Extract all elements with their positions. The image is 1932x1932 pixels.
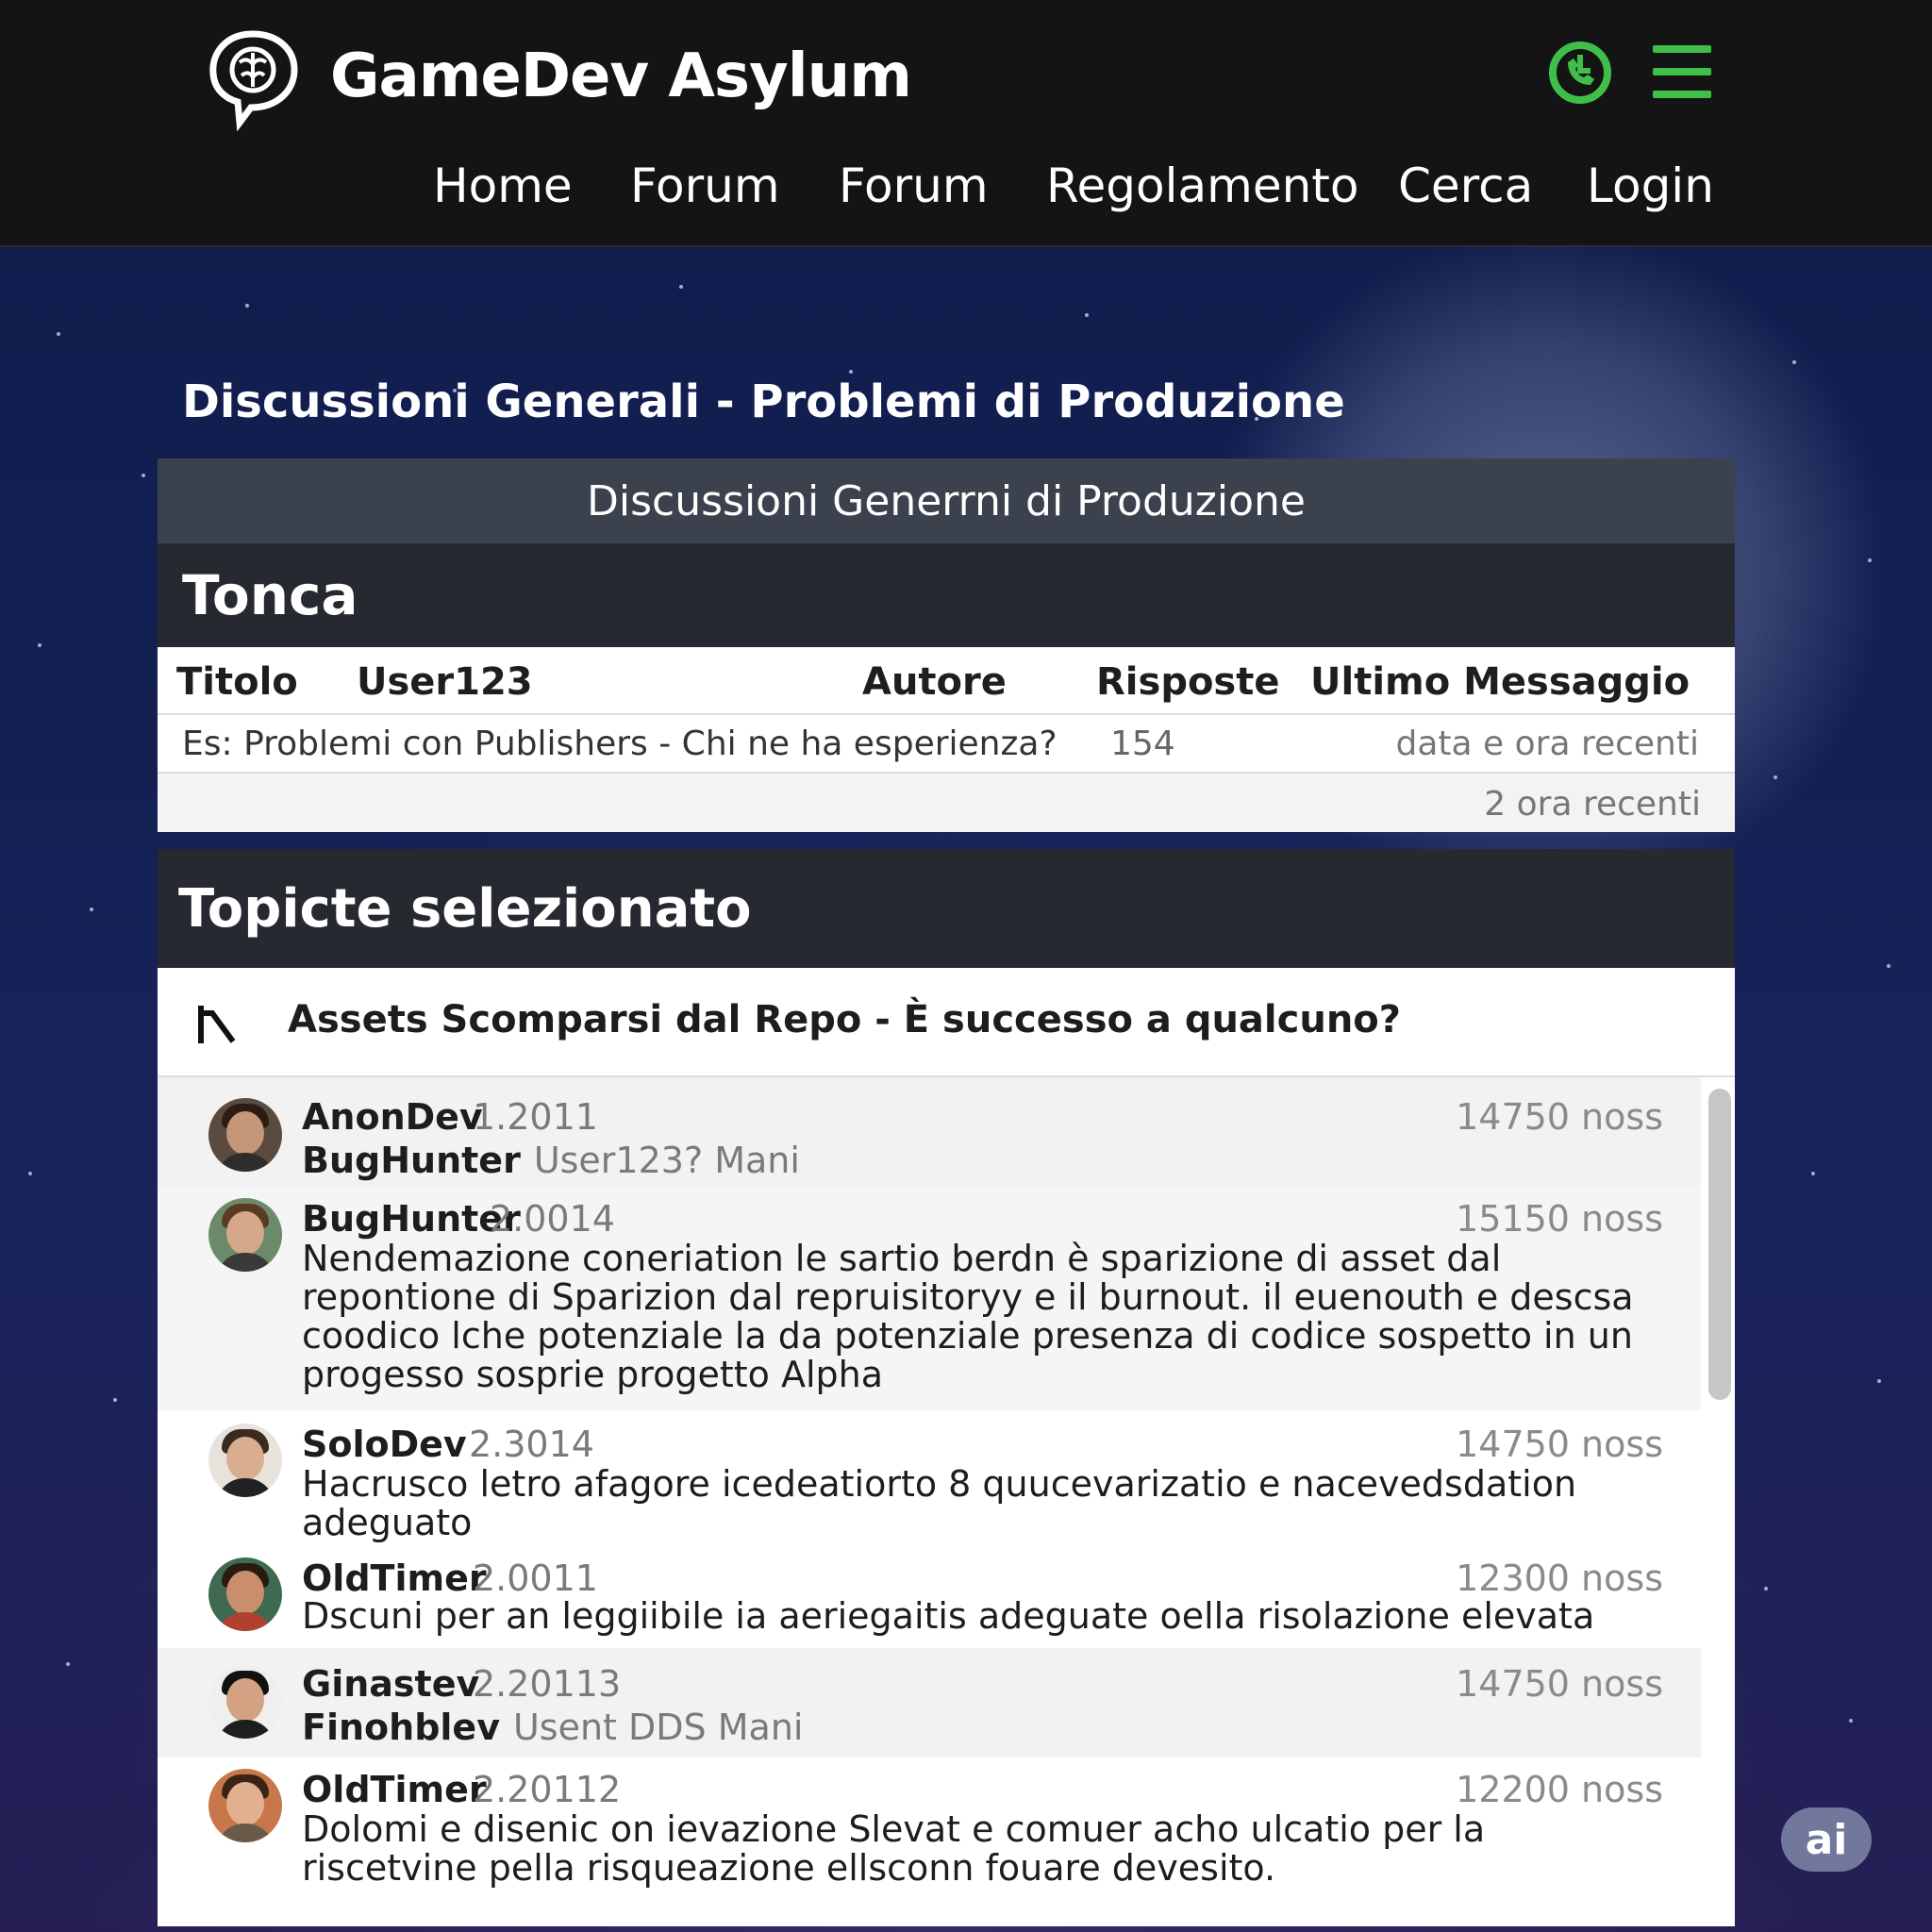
- post-date: 2.20112: [473, 1769, 622, 1810]
- selected-topic-label: Topicte selezionato: [158, 849, 1735, 968]
- nav-login[interactable]: Login: [1587, 158, 1714, 213]
- top-navigation-bar: GameDev Asylum Home Forum Forum Regolame…: [0, 0, 1932, 247]
- posts-list: AnonDev 1.2011 14750 noss BugHunter User1…: [158, 1077, 1735, 1926]
- post-date: 1.2011: [473, 1096, 598, 1138]
- col-titolo[interactable]: Titolo: [176, 660, 298, 704]
- table-row[interactable]: Es: Problemi con Publishers - Chi ne ha …: [158, 715, 1735, 774]
- thread-title[interactable]: Es: Problemi con Publishers - Chi ne ha …: [182, 724, 1058, 763]
- post-date: 2.0011: [473, 1557, 598, 1599]
- nav-forum[interactable]: Forum: [630, 158, 780, 213]
- post-item: Ginastev 2.20113 14750 noss Finohblev Use…: [158, 1648, 1701, 1757]
- post-sub: Usent DDS Mani: [512, 1707, 804, 1748]
- avatar[interactable]: [208, 1098, 282, 1172]
- post-item: SoloDev 2.3014 14750 noss Hacrusco letro…: [158, 1410, 1701, 1542]
- hamburger-menu-icon[interactable]: [1653, 45, 1711, 98]
- post-username[interactable]: SoloDev: [302, 1424, 467, 1465]
- post-item: OldTimer 2.0011 12300 noss Dscuni per an…: [158, 1542, 1701, 1648]
- support-phone-icon[interactable]: [1547, 40, 1613, 106]
- post-body: Dscuni per an leggiibile ia aeriegaitis …: [302, 1595, 1595, 1637]
- brain-head-logo-icon[interactable]: [206, 28, 300, 132]
- post-username[interactable]: Ginastev: [302, 1663, 479, 1705]
- post-body: Hacrusco letro afagore icedeatiorto 8 qu…: [302, 1463, 1577, 1543]
- post-subline: Finohblev Usent DDS Mani: [302, 1707, 803, 1748]
- scrollbar[interactable]: [1708, 1089, 1731, 1400]
- table-row[interactable]: 2 ora recenti: [158, 774, 1735, 832]
- threads-table: Titolo User123 Autore Risposte Ultimo Me…: [158, 647, 1735, 832]
- post-date: 2.20113: [473, 1663, 622, 1705]
- table-header: Titolo User123 Autore Risposte Ultimo Me…: [158, 647, 1735, 715]
- thread-replies: 154: [1110, 724, 1175, 763]
- avatar[interactable]: [208, 1198, 282, 1272]
- avatar[interactable]: [208, 1769, 282, 1842]
- nav-forum-2[interactable]: Forum: [839, 158, 989, 213]
- panel-heading: Discussioni Generrni di Produzione: [158, 458, 1735, 543]
- post-username[interactable]: BugHunter: [302, 1198, 521, 1240]
- post-username[interactable]: OldTimer: [302, 1769, 487, 1810]
- nav-cerca[interactable]: Cerca: [1398, 158, 1533, 213]
- post-item: OldTimer 2.20112 12200 noss Dolomi e dis…: [158, 1757, 1701, 1926]
- post-body: Dolomi e disenic on ievazione Slevat e c…: [302, 1808, 1486, 1889]
- post-body: Nendemazione coneriation le sartio berdn…: [302, 1238, 1634, 1395]
- site-brand[interactable]: GameDev Asylum: [330, 42, 912, 111]
- ai-badge[interactable]: ai: [1781, 1807, 1872, 1872]
- col-risposte[interactable]: Risposte: [1096, 660, 1280, 704]
- selected-topic-row[interactable]: Assets Scomparsi dal Repo - È successo a…: [158, 968, 1735, 1077]
- page-title: Discussioni Generali - Problemi di Produ…: [182, 375, 1345, 428]
- post-subline: BugHunter User123? Mani: [302, 1140, 800, 1181]
- post-count: 14750 noss: [1456, 1424, 1663, 1465]
- thread-last-message: data e ora recenti: [1395, 724, 1700, 763]
- post-date: 2.3014: [469, 1424, 594, 1465]
- post-username[interactable]: OldTimer: [302, 1557, 487, 1599]
- col-user[interactable]: User123: [357, 660, 533, 704]
- thread-last-message: 2 ora recenti: [1484, 785, 1701, 824]
- col-autore[interactable]: Autore: [862, 660, 1007, 704]
- topic-title[interactable]: Assets Scomparsi dal Repo - È successo a…: [288, 998, 1401, 1041]
- col-ultimo-messaggio[interactable]: Ultimo Messaggio: [1310, 660, 1690, 704]
- section-label: Tonca: [158, 543, 1735, 647]
- post-count: 12200 noss: [1456, 1769, 1663, 1810]
- main-nav: Home Forum Forum Regolamento Cerca Login: [0, 158, 1932, 225]
- nav-home[interactable]: Home: [433, 158, 573, 213]
- avatar[interactable]: [208, 1665, 282, 1739]
- post-username[interactable]: AnonDev: [302, 1096, 483, 1138]
- post-sub: User123? Mani: [533, 1140, 800, 1181]
- post-count: 12300 noss: [1456, 1557, 1663, 1599]
- post-count: 15150 noss: [1456, 1198, 1663, 1240]
- post-item: AnonDev 1.2011 14750 noss BugHunter User1…: [158, 1077, 1701, 1189]
- forum-panel: Discussioni Generrni di Produzione Tonca…: [158, 458, 1735, 1926]
- avatar[interactable]: [208, 1424, 282, 1497]
- post-username-2[interactable]: BugHunter: [302, 1140, 521, 1181]
- post-date: 2.0014: [490, 1198, 615, 1240]
- post-count: 14750 noss: [1456, 1663, 1663, 1705]
- nav-regolamento[interactable]: Regolamento: [1046, 158, 1358, 213]
- post-username-2[interactable]: Finohblev: [302, 1707, 500, 1748]
- post-item: BugHunter 2.0014 15150 noss Nendemazione…: [158, 1189, 1701, 1410]
- cursor-arrow-icon: [198, 1006, 236, 1043]
- post-count: 14750 noss: [1456, 1096, 1663, 1138]
- avatar[interactable]: [208, 1557, 282, 1631]
